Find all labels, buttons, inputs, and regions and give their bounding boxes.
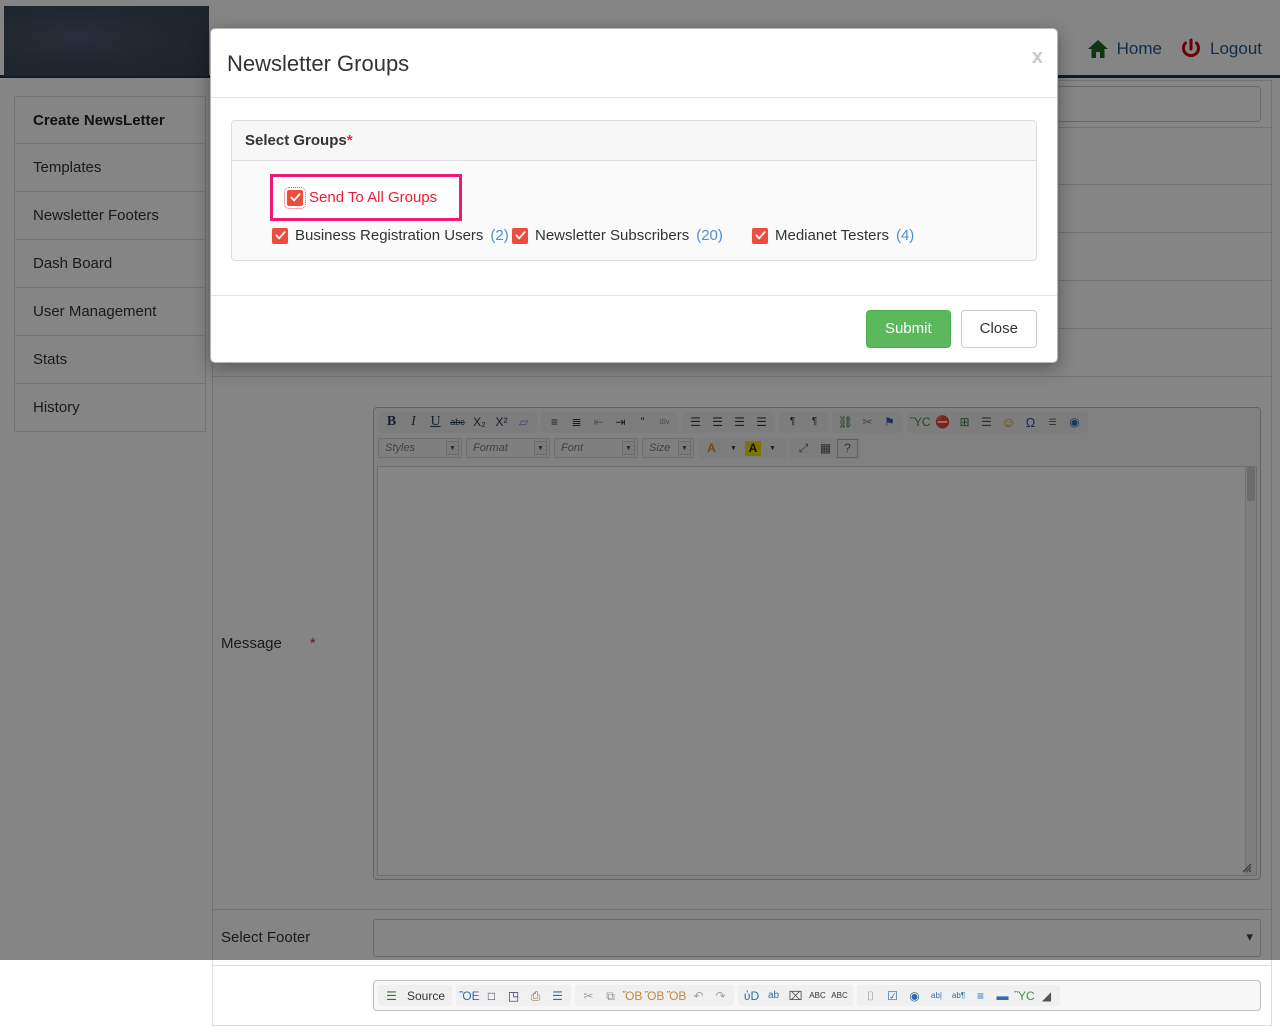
- select-groups-required-star: *: [347, 132, 353, 149]
- cut-icon[interactable]: ✂: [578, 986, 599, 1005]
- group-item-medianet-testers[interactable]: Medianet Testers (4): [752, 227, 914, 244]
- text-field-icon[interactable]: ab|: [926, 986, 947, 1005]
- group-checkbox-list: Business Registration Users (2) Newslett…: [272, 227, 1026, 244]
- group-item-newsletter-subscribers[interactable]: Newsletter Subscribers (20): [512, 227, 752, 244]
- radio-field-icon[interactable]: ◉: [904, 986, 925, 1005]
- group-checkbox-business-registration-users[interactable]: [272, 228, 288, 244]
- form-icon[interactable]: ⌷: [860, 986, 881, 1005]
- send-to-all-groups-checkbox[interactable]: [287, 190, 303, 206]
- undo-icon[interactable]: ↶: [688, 986, 709, 1005]
- button-field-icon[interactable]: ▬: [992, 986, 1013, 1005]
- modal-body: Select Groups* Send To All Groups Busine…: [211, 98, 1057, 295]
- send-to-all-groups-label: Send To All Groups: [309, 189, 437, 206]
- newsletter-groups-modal: Newsletter Groups x Select Groups* Send …: [210, 28, 1058, 363]
- save-icon[interactable]: ὋE: [459, 986, 480, 1005]
- image-button-icon[interactable]: ὛC: [1014, 986, 1035, 1005]
- redo-icon[interactable]: ↷: [710, 986, 731, 1005]
- paste-text-icon[interactable]: ὌB: [644, 986, 665, 1005]
- form-row-footer-editor: ☰ Source ὋE □ ◳ ⎙ ☰ ✂: [212, 966, 1272, 1026]
- replace-icon[interactable]: ab: [763, 986, 784, 1005]
- group-count: (20): [696, 227, 723, 244]
- ck-group-source: ☰ Source: [378, 985, 452, 1006]
- group-label: Business Registration Users: [295, 227, 483, 244]
- group-label: Medianet Testers: [775, 227, 889, 244]
- source-icon[interactable]: ☰: [381, 986, 402, 1005]
- send-to-all-groups-row[interactable]: Send To All Groups: [270, 174, 462, 221]
- ckeditor-footer-toolbar: ☰ Source ὋE □ ◳ ⎙ ☰ ✂: [374, 981, 1260, 1010]
- ckeditor-footer-toolbar-row: ☰ Source ὋE □ ◳ ⎙ ☰ ✂: [378, 984, 1256, 1007]
- ck-group-clipboard: ✂ ⧉ ὌB ὌB ὌB ↶ ↷: [575, 985, 734, 1006]
- footer-editor-cell: ☰ Source ὋE □ ◳ ⎙ ☰ ✂: [373, 974, 1271, 1017]
- checkbox-field-icon[interactable]: ☑: [882, 986, 903, 1005]
- spellcheck-icon[interactable]: ABC: [807, 986, 828, 1005]
- find-icon[interactable]: ὐD: [741, 986, 762, 1005]
- new-page-icon[interactable]: □: [481, 986, 502, 1005]
- templates-icon[interactable]: ☰: [547, 986, 568, 1005]
- submit-button[interactable]: Submit: [866, 310, 951, 348]
- group-checkbox-medianet-testers[interactable]: [752, 228, 768, 244]
- group-item-business-registration-users[interactable]: Business Registration Users (2): [272, 227, 512, 244]
- group-checkbox-newsletter-subscribers[interactable]: [512, 228, 528, 244]
- select-groups-heading: Select Groups*: [232, 121, 1036, 161]
- checkmark-icon: [755, 230, 766, 241]
- copy-icon[interactable]: ⧉: [600, 986, 621, 1005]
- modal-header: Newsletter Groups x: [211, 29, 1057, 98]
- paste-icon[interactable]: ὌB: [622, 986, 643, 1005]
- select-field-icon[interactable]: ≡: [970, 986, 991, 1005]
- preview-icon[interactable]: ◳: [503, 986, 524, 1005]
- group-count: (4): [896, 227, 914, 244]
- close-icon[interactable]: x: [1032, 47, 1043, 67]
- checkmark-icon: [275, 230, 286, 241]
- group-count: (2): [490, 227, 508, 244]
- group-label: Newsletter Subscribers: [535, 227, 689, 244]
- checkmark-icon: [515, 230, 526, 241]
- close-button[interactable]: Close: [961, 310, 1037, 348]
- scayt-icon[interactable]: ABC: [829, 986, 850, 1005]
- select-groups-heading-text: Select Groups: [245, 132, 347, 149]
- select-groups-panel: Select Groups* Send To All Groups Busine…: [231, 120, 1037, 261]
- select-all-icon[interactable]: ⌧: [785, 986, 806, 1005]
- hidden-field-icon[interactable]: ◢: [1036, 986, 1057, 1005]
- select-groups-body: Send To All Groups Business Registration…: [232, 161, 1036, 260]
- ck-group-forms: ⌷ ☑ ◉ ab| ab¶ ≡ ▬ ὛC ◢: [857, 985, 1060, 1006]
- ck-group-document: ὋE □ ◳ ⎙ ☰: [456, 985, 571, 1006]
- print-icon[interactable]: ⎙: [525, 986, 546, 1005]
- source-button-label[interactable]: Source: [403, 989, 449, 1003]
- checkmark-icon: [290, 192, 301, 203]
- modal-footer: Submit Close: [211, 295, 1057, 362]
- ckeditor-footer: ☰ Source ὋE □ ◳ ⎙ ☰ ✂: [373, 980, 1261, 1011]
- paste-word-icon[interactable]: ὌB: [666, 986, 687, 1005]
- modal-title: Newsletter Groups: [227, 51, 1037, 77]
- textarea-icon[interactable]: ab¶: [948, 986, 969, 1005]
- ck-group-editing: ὐD ab ⌧ ABC ABC: [738, 985, 853, 1006]
